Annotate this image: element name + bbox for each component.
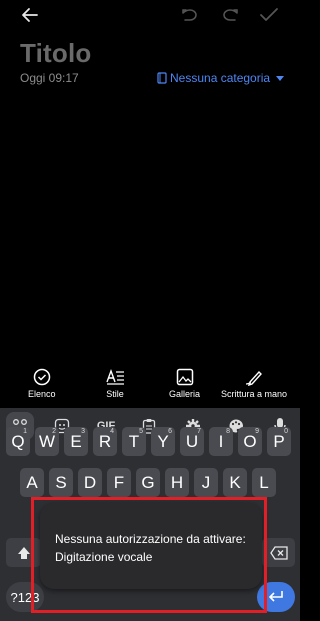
category-label: Nessuna categoria: [170, 71, 271, 85]
note-date: Oggi 09:17: [20, 71, 79, 85]
text-style-icon: [106, 368, 124, 385]
category-selector[interactable]: Nessuna categoria: [157, 71, 285, 85]
key-label: I: [218, 431, 224, 451]
confirm-check-icon[interactable]: [259, 6, 279, 24]
key-o[interactable]: O9: [238, 427, 262, 456]
editor-toolbar: Elenco Stile Galleria Scrittura a mano: [0, 368, 300, 408]
key-r[interactable]: R4: [93, 427, 117, 456]
key-g[interactable]: G: [136, 468, 160, 497]
key-j[interactable]: J: [194, 468, 218, 497]
key-t[interactable]: T5: [122, 427, 146, 456]
key-hint: 6: [168, 428, 172, 435]
key-label: E: [70, 431, 82, 451]
tool-label: Stile: [106, 389, 124, 399]
key-label: G: [141, 472, 155, 492]
key-hint: 8: [226, 428, 230, 435]
tool-galleria[interactable]: Galleria: [169, 368, 200, 399]
image-icon: [176, 368, 193, 386]
key-label: D: [83, 472, 97, 492]
key-hint: 3: [81, 428, 85, 435]
key-f[interactable]: F: [107, 468, 131, 497]
key-e[interactable]: E3: [64, 427, 88, 456]
back-arrow-icon[interactable]: [20, 5, 40, 25]
key-label: A: [26, 472, 38, 492]
key-label: J: [201, 472, 211, 492]
key-hint: 9: [255, 428, 259, 435]
key-label: Y: [157, 431, 169, 451]
key-i[interactable]: I8: [209, 427, 233, 456]
key-hint: 0: [284, 428, 288, 435]
tool-label: Scrittura a mano: [221, 389, 288, 399]
dropdown-caret-icon: [276, 75, 285, 81]
tool-label: Galleria: [169, 389, 201, 399]
key-label: K: [229, 472, 241, 492]
key-l[interactable]: L: [252, 468, 276, 497]
tool-stile[interactable]: Stile: [105, 368, 125, 399]
tool-scrittura-a-mano[interactable]: Scrittura a mano: [221, 368, 287, 399]
key-label: T: [128, 431, 140, 451]
key-d[interactable]: D: [78, 468, 102, 497]
backspace-icon: [269, 545, 288, 560]
key-h[interactable]: H: [165, 468, 189, 497]
key-hint: 4: [110, 428, 114, 435]
key-w[interactable]: W2: [35, 427, 59, 456]
key-label: L: [259, 472, 269, 492]
key-y[interactable]: Y6: [151, 427, 175, 456]
note-title[interactable]: Titolo: [20, 38, 91, 69]
tool-label: Elenco: [28, 389, 56, 399]
enter-icon: [268, 591, 283, 602]
key-s[interactable]: S: [49, 468, 73, 497]
pen-icon: [245, 370, 262, 386]
undo-icon[interactable]: [180, 7, 200, 23]
key-hint: 2: [52, 428, 56, 435]
tool-elenco[interactable]: Elenco: [28, 368, 56, 399]
key-u[interactable]: U7: [180, 427, 204, 456]
shift-icon: [17, 546, 30, 559]
key-hint: 1: [23, 428, 27, 435]
key-label: P: [273, 431, 285, 451]
key-label: F: [113, 472, 125, 492]
key-hint: 7: [197, 428, 201, 435]
key-q[interactable]: Q1: [6, 427, 30, 456]
key-label: S: [55, 472, 67, 492]
notebook-icon: [157, 72, 167, 84]
top-bar: [0, 0, 300, 32]
key-label: H: [170, 472, 184, 492]
key-k[interactable]: K: [223, 468, 247, 497]
key-p[interactable]: P0: [267, 427, 291, 456]
check-circle-icon: [33, 368, 51, 386]
redo-icon[interactable]: [220, 7, 240, 23]
key-hint: 5: [139, 428, 143, 435]
highlight-box: [31, 497, 267, 613]
key-a[interactable]: A: [20, 468, 44, 497]
